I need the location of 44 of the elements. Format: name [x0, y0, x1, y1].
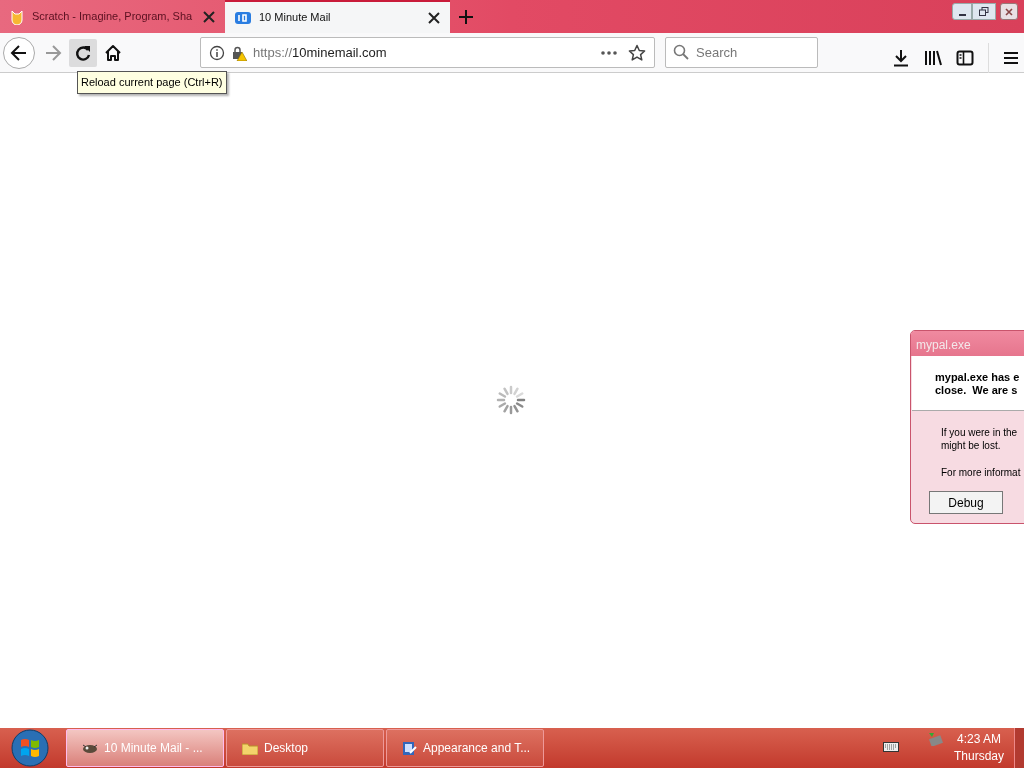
- clock-time[interactable]: 4:23 AM: [957, 731, 1002, 748]
- restore-icon: [979, 7, 989, 16]
- more-icon[interactable]: [600, 49, 618, 56]
- dialog-heading-text: close. We are s: [935, 384, 1019, 397]
- dialog-heading-text: mypal.exe has e: [935, 371, 1021, 384]
- address-bar[interactable]: https://10minemail.com: [200, 37, 655, 68]
- menu-icon[interactable]: [1003, 50, 1019, 66]
- star-icon[interactable]: [628, 43, 646, 62]
- url-text: https://10minemail.com: [253, 43, 387, 62]
- library-icon[interactable]: [924, 49, 942, 67]
- info-icon: [209, 44, 225, 61]
- clock-day[interactable]: Thursday: [954, 748, 1005, 765]
- search-icon: [673, 44, 689, 60]
- start-button[interactable]: [10, 729, 50, 767]
- browser-tab[interactable]: 10 Minute Mail: [225, 0, 450, 33]
- plus-icon: [458, 8, 474, 25]
- tab-title: Scratch - Imagine, Program, Sha: [32, 9, 194, 25]
- minimize-button[interactable]: [952, 3, 972, 20]
- dialog-body-text: If you were in the: [941, 426, 1018, 439]
- restore-button[interactable]: [972, 3, 996, 20]
- cat-icon: [10, 8, 24, 25]
- folder-icon: [242, 741, 258, 755]
- back-button[interactable]: [3, 36, 35, 69]
- reload-button[interactable]: [69, 38, 97, 67]
- search-field[interactable]: Search: [665, 37, 818, 68]
- dialog-info-text: For more informat: [941, 466, 1021, 480]
- taskbar-button[interactable]: Desktop: [226, 729, 384, 767]
- close-tab-icon[interactable]: [428, 11, 440, 24]
- dialog-title: mypal.exe: [911, 331, 1024, 356]
- close-icon: [1005, 7, 1013, 16]
- download-icon[interactable]: [892, 49, 910, 67]
- mail-logo-icon: [235, 10, 251, 25]
- taskbar-button[interactable]: Appearance and T...: [386, 729, 544, 767]
- sidebar-icon[interactable]: [956, 49, 974, 67]
- debug-button[interactable]: Debug: [929, 491, 1003, 514]
- warning-lock-icon: [231, 44, 247, 61]
- keyboard-icon[interactable]: [883, 742, 899, 752]
- browser-tab[interactable]: Scratch - Imagine, Program, Sha: [0, 0, 225, 33]
- control-panel-icon: [402, 740, 417, 756]
- tooltip: Reload current page (Ctrl+R): [77, 71, 227, 94]
- dialog-body-text: might be lost.: [941, 439, 1001, 452]
- loading-spinner-icon: [496, 385, 526, 415]
- tab-title: 10 Minute Mail: [259, 10, 332, 26]
- close-button[interactable]: [1000, 3, 1018, 20]
